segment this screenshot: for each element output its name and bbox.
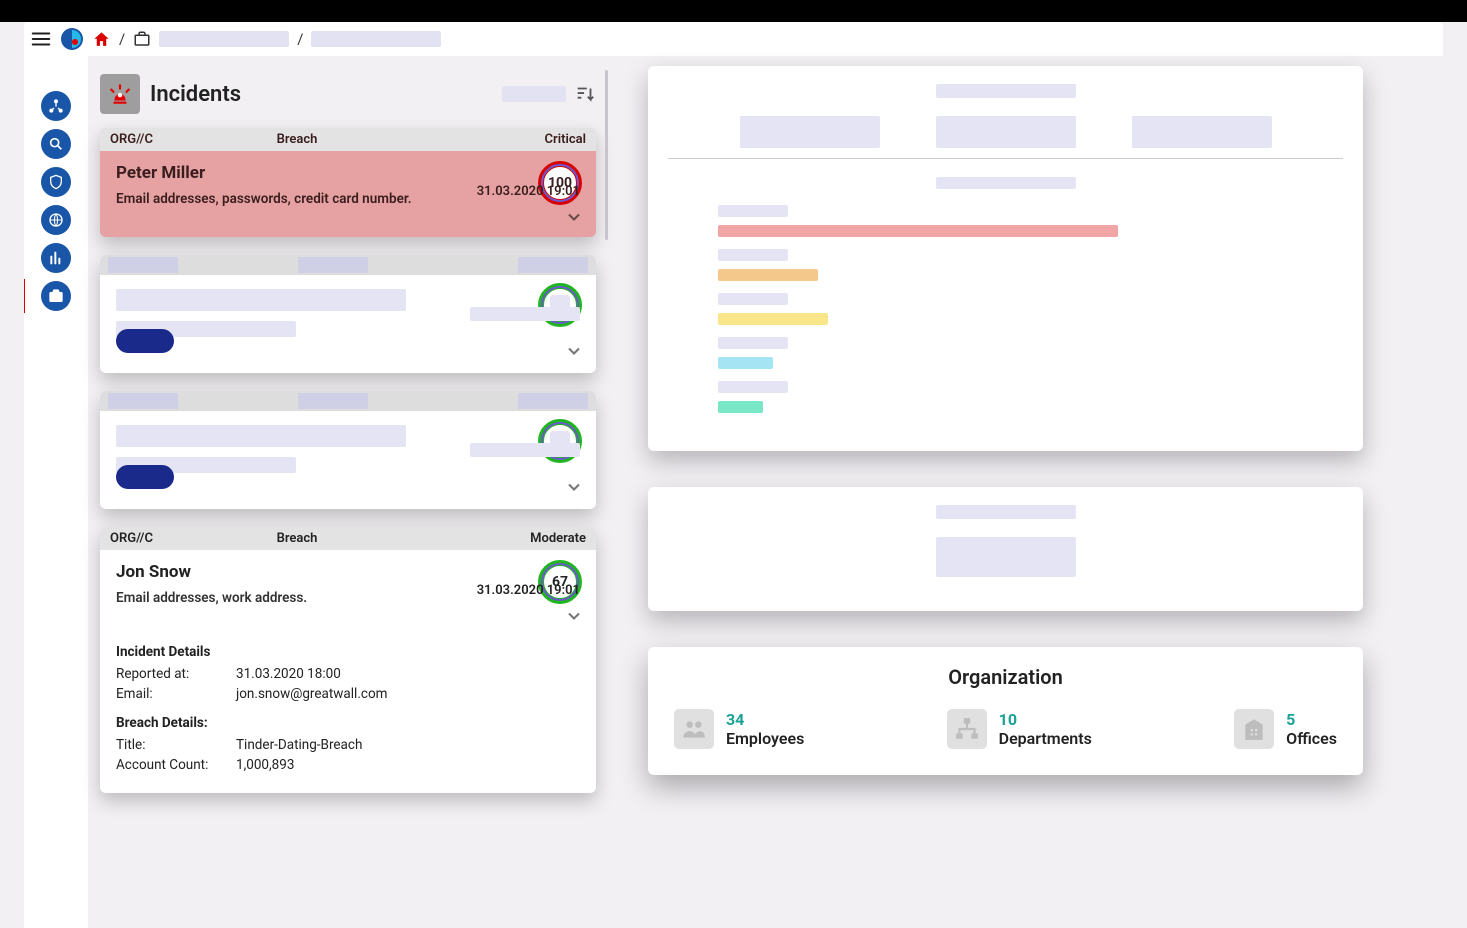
panel-title-placeholder [936, 84, 1076, 98]
incidents-header: Incidents [100, 74, 596, 114]
nav-globe-icon[interactable] [41, 205, 71, 235]
page-title: Incidents [150, 82, 241, 107]
chevron-down-icon[interactable] [564, 477, 584, 501]
incident-person-name: Jon Snow [116, 562, 580, 582]
incident-card-skeleton[interactable] [100, 255, 596, 373]
window-frame-top [0, 0, 1467, 22]
chevron-down-icon[interactable] [564, 606, 584, 630]
briefcase-icon[interactable] [133, 30, 151, 48]
incident-card-moderate[interactable]: ORG//C Breach Moderate Jon Snow Email ad… [100, 527, 596, 793]
chevron-down-icon[interactable] [564, 207, 584, 231]
nav-incidents-icon[interactable] [41, 281, 71, 311]
organization-panel: Organization 34 Employees [648, 647, 1363, 775]
incident-tag: ORG//C [110, 132, 277, 147]
topbar: / / [24, 22, 1443, 56]
status-pill [116, 329, 174, 353]
org-employees[interactable]: 34 Employees [674, 709, 804, 749]
breadcrumb-placeholder-1 [159, 31, 289, 47]
incident-severity: Critical [443, 132, 586, 147]
incident-type: Breach [277, 132, 444, 147]
incident-tag: ORG//C [110, 531, 277, 546]
incident-timestamp: 31.03.2020 19:01 [477, 583, 580, 598]
detail-panel-2 [648, 487, 1363, 611]
app-logo-icon[interactable] [60, 27, 84, 51]
nav-chart-icon[interactable] [41, 243, 71, 273]
incident-card-critical[interactable]: ORG//C Breach Critical Peter Miller Emai… [100, 128, 596, 237]
home-icon[interactable] [92, 30, 111, 49]
status-pill [116, 465, 174, 489]
incident-card-skeleton[interactable] [100, 391, 596, 509]
panel-title-placeholder [936, 505, 1076, 519]
org-departments[interactable]: 10 Departments [947, 709, 1092, 749]
incident-person-name: Peter Miller [116, 163, 580, 183]
incident-severity: Moderate [443, 531, 586, 546]
incident-type: Breach [277, 531, 444, 546]
menu-icon[interactable] [30, 28, 52, 50]
sitemap-icon [947, 709, 987, 749]
org-offices[interactable]: 5 Offices [1234, 709, 1337, 749]
incident-details: Incident Details Reported at:31.03.2020 … [100, 644, 596, 793]
chevron-down-icon[interactable] [564, 341, 584, 365]
organization-title: Organization [674, 665, 1337, 689]
sort-icon[interactable] [574, 83, 596, 105]
detail-panel-1 [648, 66, 1363, 451]
nav-search-icon[interactable] [41, 129, 71, 159]
users-icon [674, 709, 714, 749]
building-icon [1234, 709, 1274, 749]
siren-icon [100, 74, 140, 114]
nav-network-icon[interactable] [41, 91, 71, 121]
nav-shield-icon[interactable] [41, 167, 71, 197]
sort-placeholder [502, 86, 566, 102]
nav-rail [24, 56, 88, 928]
breadcrumb-placeholder-2 [311, 31, 441, 47]
incident-timestamp: 31.03.2020 19:01 [477, 184, 580, 199]
